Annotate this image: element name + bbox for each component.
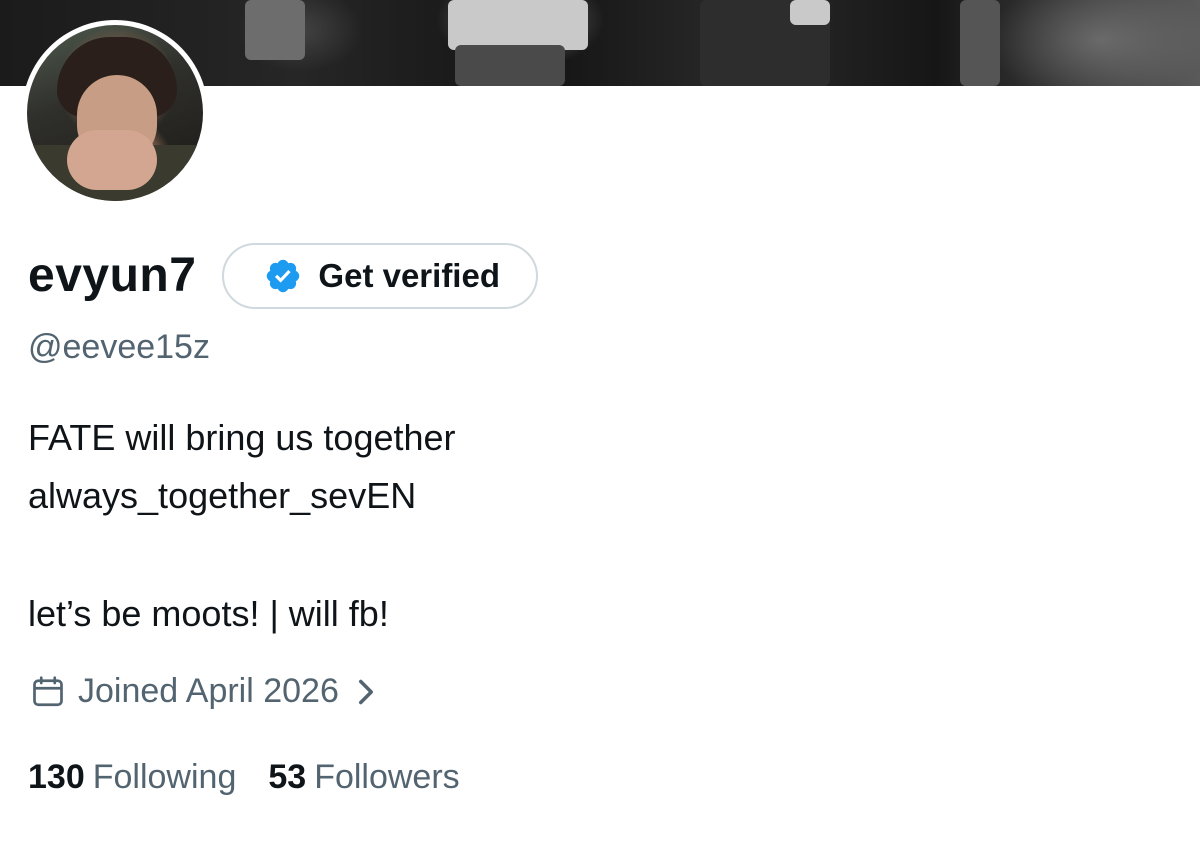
profile-page: evyun7 Get verified @eevee15z FATE will … — [0, 0, 1200, 849]
joined-date-text: Joined April 2026 — [78, 672, 339, 710]
verified-badge-icon — [267, 259, 300, 293]
followers-link[interactable]: 53 Followers — [268, 758, 459, 797]
bio-line: let’s be moots! | will fb! — [28, 593, 389, 634]
get-verified-label: Get verified — [318, 257, 500, 294]
banner-figure — [448, 0, 588, 50]
get-verified-button[interactable]: Get verified — [222, 243, 538, 309]
followers-count: 53 — [268, 758, 307, 796]
bio-line: FATE will bring us together — [28, 417, 456, 458]
display-name: evyun7 — [28, 249, 197, 302]
user-handle: @eevee15z — [28, 328, 210, 366]
avatar[interactable] — [22, 20, 208, 206]
bio-blank-line — [28, 536, 456, 596]
banner-figure — [790, 0, 830, 25]
banner-figure — [455, 45, 565, 86]
follow-stats: 130 Following 53 Followers — [28, 758, 492, 797]
avatar-hand — [67, 130, 157, 190]
following-label: Following — [92, 758, 237, 796]
following-count: 130 — [28, 758, 85, 796]
joined-date-link[interactable]: Joined April 2026 — [30, 672, 377, 711]
banner-figure — [245, 0, 305, 60]
avatar-photo — [27, 25, 203, 201]
bio-line: always_together_sevEN — [28, 475, 417, 516]
calendar-icon — [33, 675, 63, 706]
name-row: evyun7 Get verified — [28, 240, 538, 312]
followers-label: Followers — [314, 758, 460, 796]
following-link[interactable]: 130 Following — [28, 758, 236, 797]
banner-figure — [960, 0, 1000, 86]
chevron-right-icon — [358, 679, 373, 704]
bio: FATE will bring us together always_toget… — [28, 420, 456, 654]
